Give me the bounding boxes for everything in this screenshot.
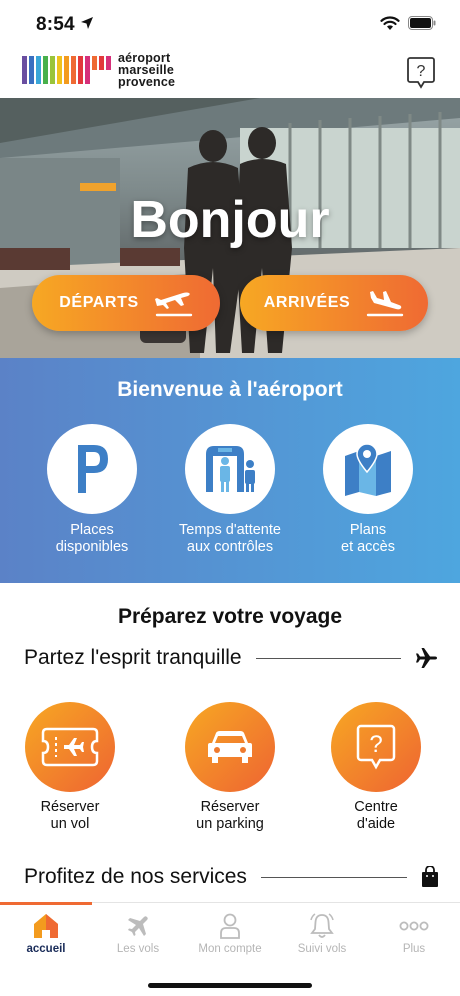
book-flight-button[interactable]: Réserver un vol <box>10 702 130 833</box>
shopping-bag-icon <box>422 866 438 887</box>
logo-mark-icon <box>22 56 111 84</box>
bell-icon <box>310 913 334 938</box>
plane-landing-icon <box>367 291 404 317</box>
tab-suivi-vols-label: Suivi vols <box>297 943 347 955</box>
airport-logo[interactable]: aéroport marseille provence <box>22 52 175 88</box>
tab-les-vols[interactable]: Les vols <box>92 911 184 955</box>
divider-line <box>255 657 401 659</box>
home-icon <box>34 914 58 938</box>
services-row: Profitez de nos services <box>24 862 439 892</box>
departures-label: DÉPARTS <box>59 294 139 311</box>
tab-mon-compte-label: Mon compte <box>198 943 262 955</box>
user-icon <box>220 913 240 939</box>
tab-plus-label: Plus <box>402 943 426 955</box>
book-parking-circle <box>185 702 275 792</box>
tab-mon-compte[interactable]: Mon compte <box>184 911 276 955</box>
tab-bar: accueil Les vols Mon compte Suivi vols P… <box>0 902 460 996</box>
book-flight-circle <box>25 702 115 792</box>
ticket-plane-icon <box>41 727 99 767</box>
status-bar: 8:54 <box>0 0 460 48</box>
security-label: Temps d'attente aux contrôles <box>179 522 281 555</box>
security-gate-icon <box>206 446 255 492</box>
battery-icon <box>408 16 436 30</box>
prepare-subtitle: Partez l'esprit tranquille <box>24 646 242 669</box>
welcome-title: Bienvenue à l'aéroport <box>117 378 343 401</box>
tab-plus[interactable]: Plus <box>368 911 460 955</box>
maps-access-tile[interactable]: Plans et accès <box>288 424 448 556</box>
logo-text: aéroport marseille provence <box>118 52 176 89</box>
parking-icon <box>78 445 108 493</box>
book-parking-button[interactable]: Réserver un parking <box>170 702 290 833</box>
wifi-icon <box>380 16 400 30</box>
departures-button[interactable]: DÉPARTS <box>32 275 220 331</box>
help-center-button[interactable]: ? Centre d'aide <box>316 702 436 833</box>
tab-les-vols-label: Les vols <box>116 943 160 955</box>
help-bubble-icon[interactable]: ? <box>406 56 436 90</box>
book-parking-label: Réserver un parking <box>196 799 264 832</box>
prepare-subtitle-row: Partez l'esprit tranquille <box>24 643 439 673</box>
tab-accueil-label: accueil <box>26 943 66 955</box>
services-title: Profitez de nos services <box>24 865 247 888</box>
car-icon <box>208 731 252 763</box>
logo-line-3: provence <box>118 75 176 89</box>
greeting-title: Bonjour <box>130 191 330 249</box>
app-header: aéroport marseille provence ? <box>0 48 460 98</box>
svg-text:?: ? <box>369 731 382 758</box>
parking-label: Places disponibles <box>55 522 129 555</box>
book-flight-label: Réserver un vol <box>40 799 100 832</box>
svg-text:?: ? <box>417 63 426 80</box>
hero-banner: Bonjour DÉPARTS ARRIVÉES <box>0 98 460 358</box>
divider-line <box>260 876 407 878</box>
parking-circle <box>47 424 137 514</box>
arrivals-button[interactable]: ARRIVÉES <box>240 275 428 331</box>
help-center-circle: ? <box>331 702 421 792</box>
status-time: 8:54 <box>36 14 75 35</box>
arrivals-label: ARRIVÉES <box>263 294 351 311</box>
tab-accueil[interactable]: accueil <box>0 911 92 955</box>
parking-availability-tile[interactable]: Places disponibles <box>12 424 172 556</box>
plane-takeoff-icon <box>154 292 192 317</box>
welcome-section: Bienvenue à l'aéroport Places disponible… <box>0 358 460 583</box>
home-indicator[interactable] <box>148 983 312 988</box>
maps-circle <box>323 424 413 514</box>
map-pin-icon <box>345 443 391 496</box>
help-center-label: Centre d'aide <box>354 799 398 832</box>
help-icon: ? <box>356 724 396 770</box>
security-circle <box>185 424 275 514</box>
tab-suivi-vols[interactable]: Suivi vols <box>276 911 368 955</box>
plane-icon <box>416 648 437 668</box>
plane-icon <box>128 916 148 936</box>
location-arrow-icon <box>81 17 93 29</box>
prepare-title: Préparez votre voyage <box>117 605 343 628</box>
security-wait-tile[interactable]: Temps d'attente aux contrôles <box>150 424 310 556</box>
maps-label: Plans et accès <box>341 522 395 555</box>
active-tab-indicator <box>0 902 92 905</box>
more-icon <box>399 921 429 931</box>
